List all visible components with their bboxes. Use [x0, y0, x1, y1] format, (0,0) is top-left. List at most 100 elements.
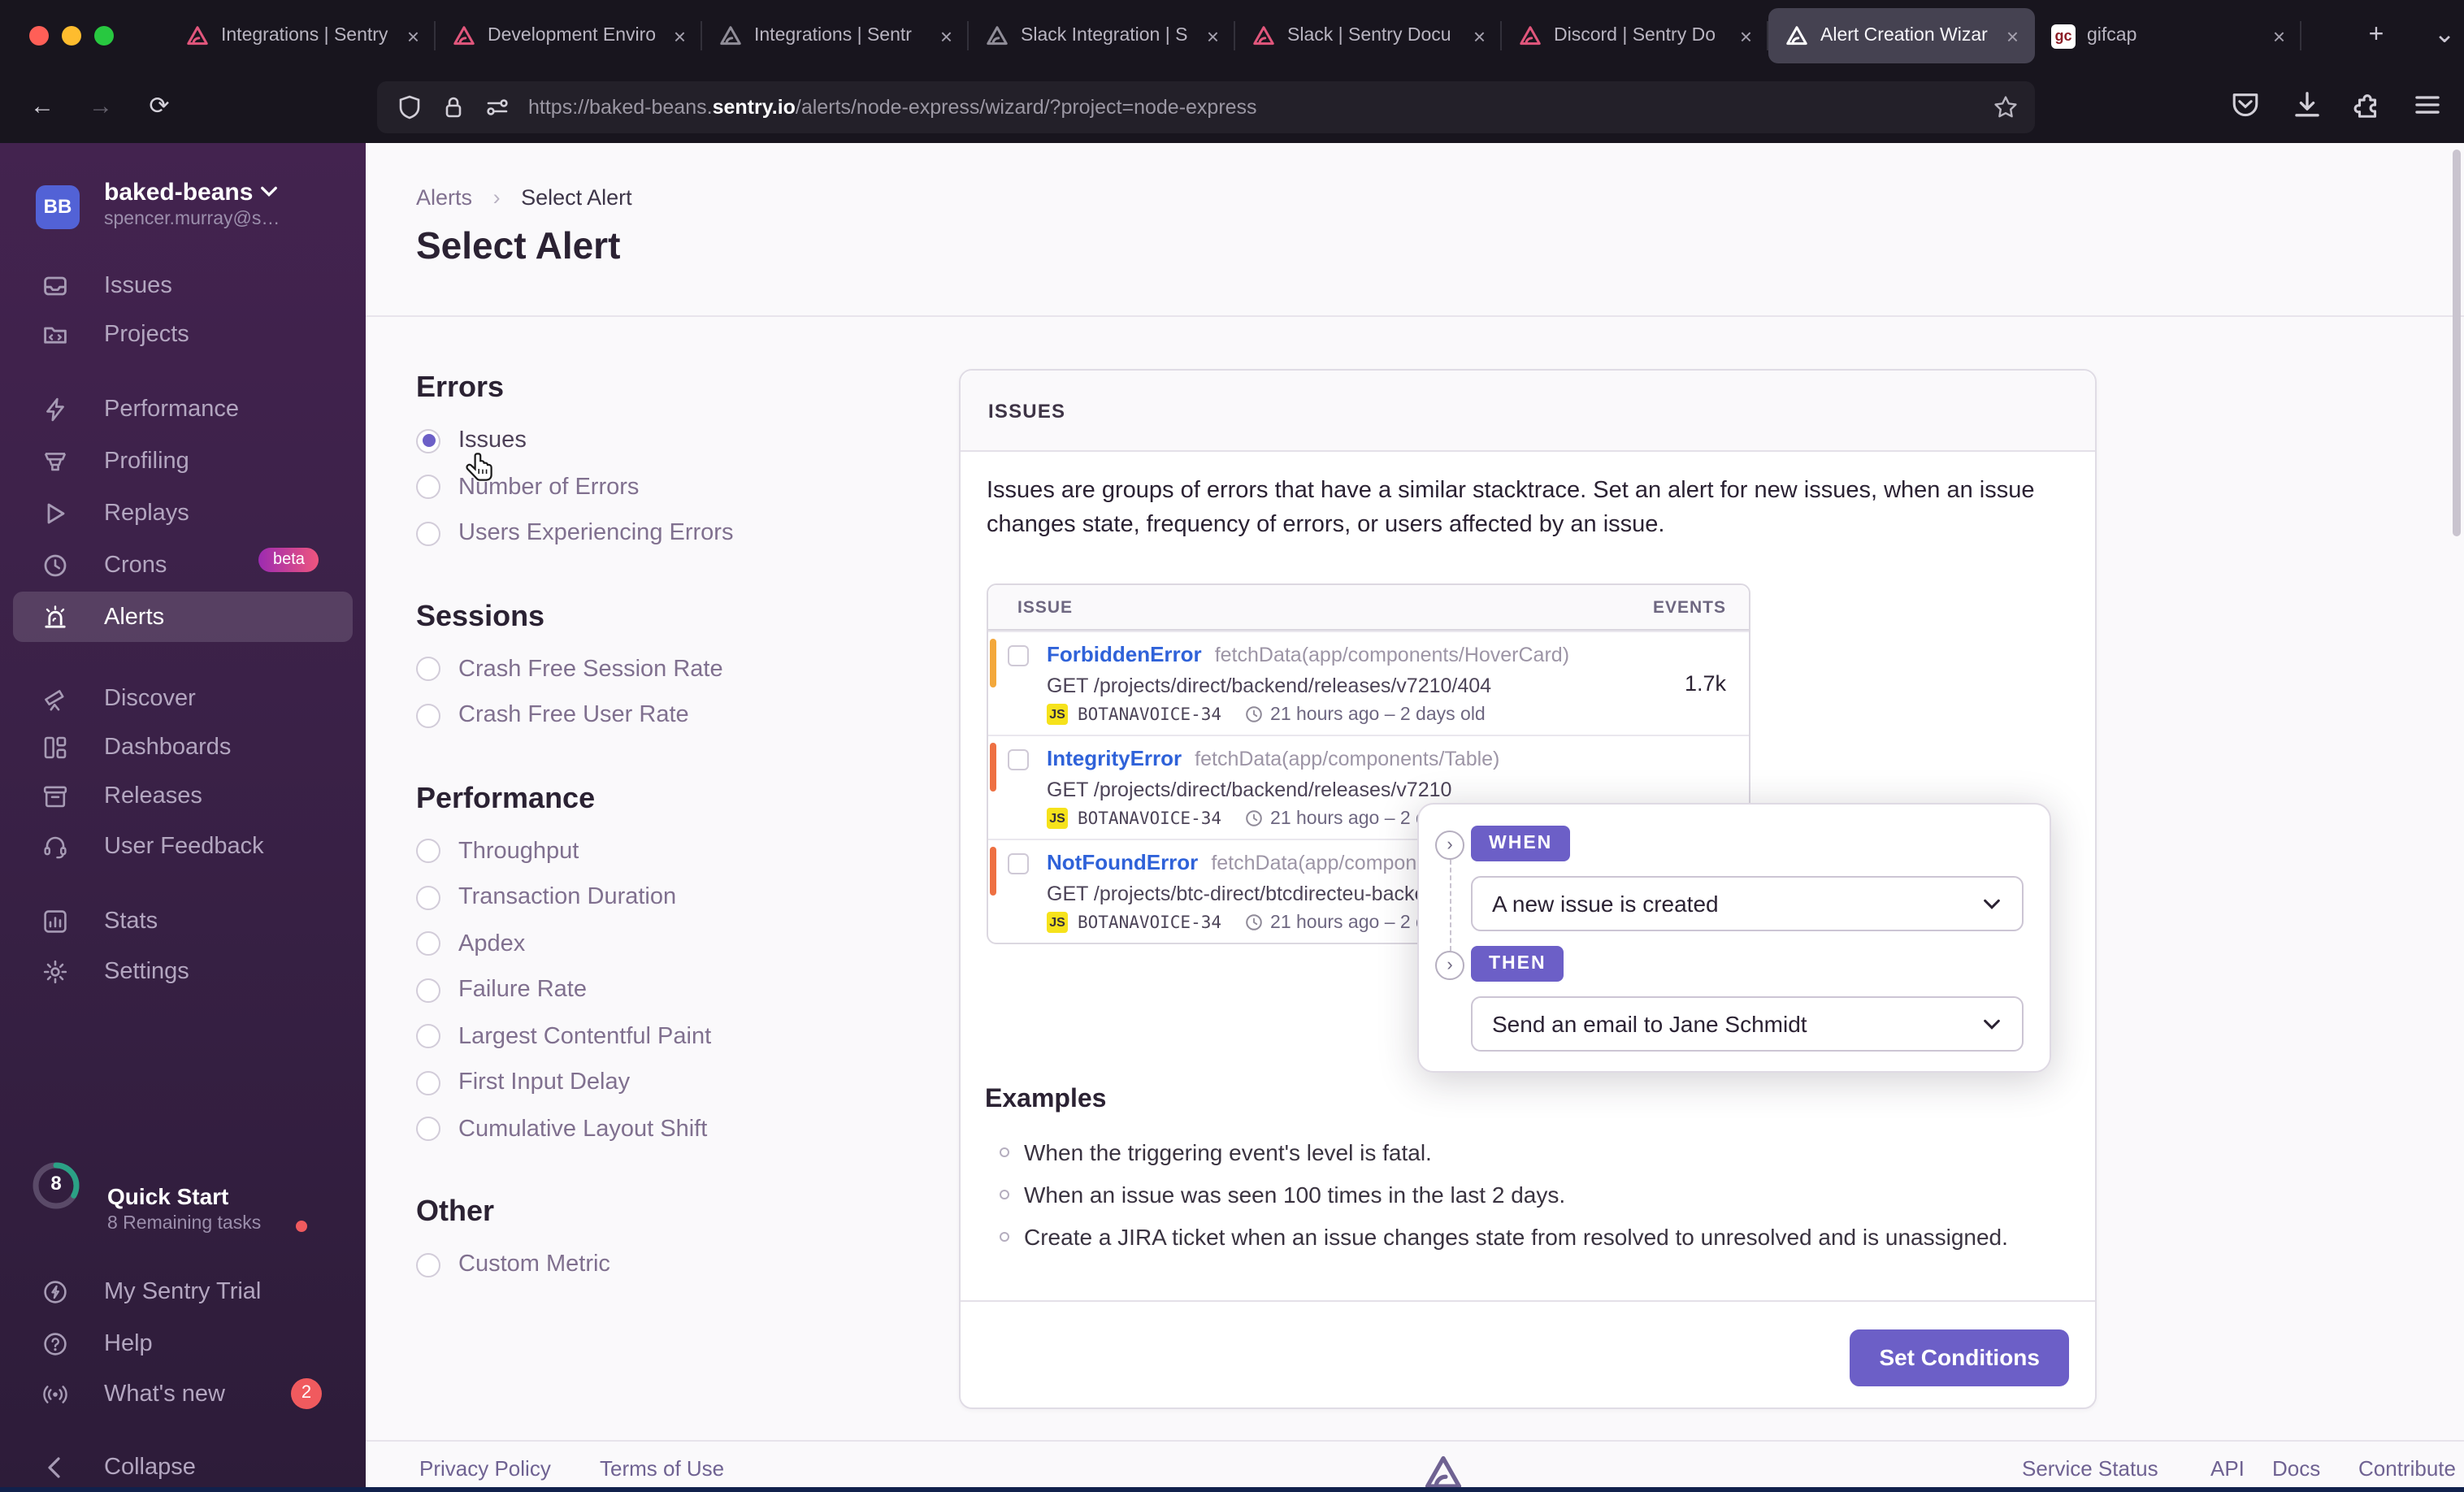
tab-integrations-2[interactable]: Integrations | Sentr ×: [702, 8, 969, 63]
tab-list-button[interactable]: ⌄: [2425, 16, 2464, 55]
extensions-puzzle-icon[interactable]: [2352, 89, 2383, 120]
pocket-icon[interactable]: [2230, 89, 2261, 120]
sidebar-item-alerts[interactable]: Alerts: [0, 601, 366, 637]
issue-checkbox[interactable]: [1008, 853, 1029, 874]
radio-crash-free-user-rate[interactable]: Crash Free User Rate: [416, 692, 904, 739]
issue-checkbox[interactable]: [1008, 749, 1029, 770]
docs-link[interactable]: Docs: [2272, 1456, 2320, 1481]
window-zoom-button[interactable]: [94, 26, 114, 46]
radio-icon[interactable]: [416, 839, 440, 864]
url-bar[interactable]: https://baked-beans.sentry.io/alerts/nod…: [377, 81, 2035, 133]
sidebar-item-dashboards[interactable]: Dashboards: [0, 731, 366, 767]
sidebar-item-my-sentry-trial[interactable]: My Sentry Trial: [0, 1276, 366, 1312]
service-status-link[interactable]: Service Status: [2022, 1456, 2158, 1481]
sidebar-item-replays[interactable]: Replays: [0, 497, 366, 533]
sidebar-item-user-feedback[interactable]: User Feedback: [0, 831, 366, 866]
radio-transaction-duration[interactable]: Transaction Duration: [416, 874, 904, 921]
window-close-button[interactable]: [29, 26, 49, 46]
radio-apdex[interactable]: Apdex: [416, 921, 904, 967]
issue-title-link[interactable]: NotFoundError: [1047, 850, 1198, 874]
radio-icon[interactable]: [416, 1070, 440, 1095]
tab-integrations-1[interactable]: Integrations | Sentry ×: [169, 8, 436, 63]
sentry-favicon-icon: [1786, 25, 1807, 45]
tab-discord-docs[interactable]: Discord | Sentry Do ×: [1502, 8, 1768, 63]
radio-throughput[interactable]: Throughput: [416, 828, 904, 874]
window-minimize-button[interactable]: [62, 26, 81, 46]
refresh-button[interactable]: ⟳: [140, 88, 179, 127]
radio-icon[interactable]: [416, 1252, 440, 1277]
issue-row-forbiddenerror[interactable]: ForbiddenError fetchData(app/components/H…: [988, 631, 1749, 735]
bookmark-star-icon[interactable]: [1993, 94, 2019, 120]
permissions-icon[interactable]: [484, 94, 510, 120]
radio-icon[interactable]: [416, 521, 440, 546]
sidebar-item-stats[interactable]: Stats: [0, 905, 366, 941]
download-icon[interactable]: [2292, 89, 2323, 120]
page-scrollbar[interactable]: [2453, 150, 2461, 536]
org-avatar[interactable]: BB: [36, 185, 80, 229]
tab-slack-integration[interactable]: Slack Integration | S ×: [969, 8, 1235, 63]
radio-crash-free-session-rate[interactable]: Crash Free Session Rate: [416, 646, 904, 692]
radio-largest-contentful-paint[interactable]: Largest Contentful Paint: [416, 1013, 904, 1060]
tab-close-icon[interactable]: ×: [2270, 24, 2288, 48]
tab-close-icon[interactable]: ×: [1737, 24, 1755, 48]
tab-close-icon[interactable]: ×: [670, 24, 689, 48]
tab-close-icon[interactable]: ×: [2003, 24, 2022, 48]
profiling-icon: [44, 453, 67, 471]
radio-failure-rate[interactable]: Failure Rate: [416, 967, 904, 1013]
bullet-icon: [1000, 1147, 1009, 1157]
forward-button[interactable]: →: [81, 88, 120, 127]
radio-first-input-delay[interactable]: First Input Delay: [416, 1060, 904, 1106]
sidebar-item-issues[interactable]: Issues: [0, 270, 366, 306]
issue-checkbox[interactable]: [1008, 645, 1029, 666]
sidebar-item-releases[interactable]: Releases: [0, 780, 366, 816]
tab-close-icon[interactable]: ×: [937, 24, 956, 48]
radio-icon[interactable]: [416, 657, 440, 682]
radio-icon[interactable]: [416, 703, 440, 728]
radio-icon[interactable]: [416, 1024, 440, 1049]
breadcrumb-alerts-link[interactable]: Alerts: [416, 185, 472, 210]
when-condition-select[interactable]: A new issue is created: [1471, 876, 2024, 931]
lock-icon[interactable]: [440, 94, 466, 120]
header-divider: [366, 315, 2464, 317]
sidebar-item-projects[interactable]: Projects: [0, 319, 366, 354]
set-conditions-button[interactable]: Set Conditions: [1850, 1329, 2069, 1386]
sidebar-item-help[interactable]: Help: [0, 1328, 366, 1364]
then-action-select[interactable]: Send an email to Jane Schmidt: [1471, 996, 2024, 1052]
quickstart-title[interactable]: Quick Start: [107, 1183, 228, 1209]
radio-selected-icon[interactable]: [416, 428, 440, 453]
issue-title-link[interactable]: ForbiddenError: [1047, 642, 1202, 666]
tab-slack-docs[interactable]: Slack | Sentry Docu ×: [1235, 8, 1502, 63]
tab-close-icon[interactable]: ×: [1470, 24, 1489, 48]
browser-toolbar: ← → ⟳ https://baked-beans.sentry.io/aler…: [0, 72, 2464, 143]
tab-alert-creation-wizard[interactable]: Alert Creation Wizar ×: [1768, 8, 2035, 63]
dashboards-icon: [44, 736, 67, 759]
menu-hamburger-icon[interactable]: [2412, 89, 2443, 120]
shield-icon[interactable]: [397, 94, 423, 120]
radio-icon[interactable]: [416, 885, 440, 910]
back-button[interactable]: ←: [23, 88, 62, 127]
sidebar-collapse-button[interactable]: Collapse: [0, 1451, 366, 1487]
tab-development-environment[interactable]: Development Enviro ×: [436, 8, 702, 63]
tab-close-icon[interactable]: ×: [404, 24, 423, 48]
radio-users-experiencing-errors[interactable]: Users Experiencing Errors: [416, 510, 904, 557]
api-link[interactable]: API: [2210, 1456, 2245, 1481]
new-tab-button[interactable]: +: [2357, 16, 2396, 55]
radio-icon[interactable]: [416, 475, 440, 500]
contribute-link[interactable]: Contribute: [2358, 1456, 2456, 1481]
radio-custom-metric[interactable]: Custom Metric: [416, 1242, 904, 1288]
tab-close-icon[interactable]: ×: [1204, 24, 1222, 48]
issue-title-link[interactable]: IntegrityError: [1047, 746, 1182, 770]
terms-of-use-link[interactable]: Terms of Use: [600, 1456, 724, 1481]
sidebar-item-settings[interactable]: Settings: [0, 956, 366, 991]
org-switcher[interactable]: baked-beans: [104, 179, 278, 206]
tab-title: Slack Integration | S: [1021, 26, 1188, 46]
sidebar-item-profiling[interactable]: Profiling: [0, 445, 366, 481]
tab-gifcap[interactable]: gc gifcap ×: [2035, 8, 2301, 63]
radio-cumulative-layout-shift[interactable]: Cumulative Layout Shift: [416, 1106, 904, 1152]
sidebar-item-performance[interactable]: Performance: [0, 393, 366, 429]
radio-icon[interactable]: [416, 978, 440, 1003]
sidebar-item-discover[interactable]: Discover: [0, 683, 366, 718]
radio-icon[interactable]: [416, 1117, 440, 1142]
radio-icon[interactable]: [416, 931, 440, 956]
privacy-policy-link[interactable]: Privacy Policy: [419, 1456, 551, 1481]
